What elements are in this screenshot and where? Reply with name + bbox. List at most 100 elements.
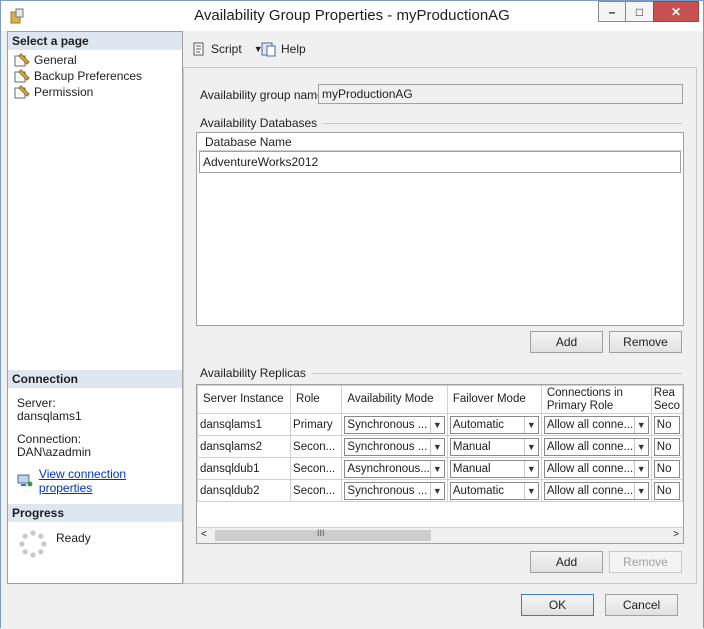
readable-secondary-combo[interactable]: No	[653, 415, 680, 434]
chevron-down-icon[interactable]: ▼	[633, 460, 648, 477]
availability-replicas-title: Availability Replicas	[200, 366, 306, 380]
combo-value: Allow all conne...	[546, 440, 634, 453]
page-wrench-icon	[14, 69, 30, 83]
combo-value: No	[656, 462, 672, 475]
chevron-down-icon[interactable]: ▼	[429, 438, 444, 455]
combo-value: Allow all conne...	[546, 484, 634, 497]
availability-mode-combo[interactable]: Asynchronous... ▼	[344, 459, 445, 478]
maximize-button[interactable]: □	[625, 1, 653, 22]
database-name-column-header[interactable]: Database Name	[199, 135, 681, 151]
readable-secondary-combo[interactable]: No	[653, 459, 680, 478]
column-header-failover-mode[interactable]: Failover Mode	[446, 385, 542, 414]
help-button[interactable]: Help	[261, 41, 306, 57]
readable-secondary-combo[interactable]: No	[653, 481, 680, 500]
script-label: Script	[211, 42, 242, 56]
dialog-window: Availability Group Properties - myProduc…	[0, 0, 704, 629]
combo-value: Automatic	[452, 484, 505, 497]
chevron-down-icon[interactable]: ▼	[523, 482, 538, 499]
scroll-left-icon[interactable]: <	[201, 529, 207, 540]
scrollbar-thumb[interactable]: III	[215, 528, 431, 541]
page-wrench-icon	[14, 85, 30, 99]
column-header-server-instance[interactable]: Server Instance	[197, 385, 292, 414]
combo-value: Manual	[452, 462, 491, 475]
connection-properties-icon	[17, 474, 33, 487]
chevron-down-icon[interactable]: ▼	[633, 482, 648, 499]
page-item-permission[interactable]: Permission	[14, 84, 93, 100]
connection-value: DAN\azadmin	[17, 445, 92, 459]
combo-value: Asynchronous...	[347, 462, 430, 475]
server-value: dansqlams1	[17, 409, 82, 423]
availability-replicas-group: Availability Replicas	[200, 366, 682, 380]
primary-connections-combo[interactable]: Allow all conne... ▼	[543, 437, 649, 456]
help-label: Help	[281, 42, 306, 56]
replica-row[interactable]: dansqldub2 Secon... Synchronous ... ▼ Aut…	[197, 479, 683, 502]
help-icon	[261, 42, 276, 57]
page-item-label: Permission	[34, 85, 94, 99]
availability-mode-combo[interactable]: Synchronous ... ▼	[344, 437, 445, 456]
left-pane: Select a page General Backup Preferences…	[7, 31, 183, 584]
cancel-button[interactable]: Cancel	[605, 594, 678, 616]
ok-button[interactable]: OK	[521, 594, 594, 616]
replica-server-cell: dansqlams1	[197, 413, 292, 436]
chevron-down-icon[interactable]: ▼	[633, 416, 648, 433]
combo-value: No	[656, 418, 672, 431]
column-header-role[interactable]: Role	[290, 385, 343, 414]
server-label: Server:	[17, 396, 56, 410]
replicas-remove-button[interactable]: Remove	[609, 551, 682, 573]
minimize-button[interactable]: –	[598, 1, 625, 22]
replica-role-cell: Secon...	[290, 457, 343, 480]
databases-add-button[interactable]: Add	[530, 331, 603, 353]
column-header-availability-mode[interactable]: Availability Mode	[341, 385, 448, 414]
replicas-header-row: Server Instance Role Availability Mode F…	[197, 385, 683, 414]
column-header-connections-primary-role[interactable]: Connections in Primary Role	[540, 385, 652, 414]
chevron-down-icon[interactable]: ▼	[523, 460, 538, 477]
database-row[interactable]: AdventureWorks2012	[199, 151, 681, 173]
column-header-readable-secondary[interactable]: Rea Seco	[650, 385, 683, 414]
failover-mode-combo[interactable]: Manual ▼	[449, 437, 539, 456]
failover-mode-combo[interactable]: Automatic ▼	[449, 481, 539, 500]
replica-row[interactable]: dansqlams1 Primary Synchronous ... ▼ Auto…	[197, 413, 683, 436]
close-button[interactable]: ✕	[653, 1, 699, 22]
databases-remove-button[interactable]: Remove	[609, 331, 682, 353]
scroll-right-icon[interactable]: >	[673, 529, 679, 540]
readable-secondary-combo[interactable]: No	[653, 437, 680, 456]
failover-mode-combo[interactable]: Automatic ▼	[449, 415, 539, 434]
ag-name-field[interactable]: myProductionAG	[318, 84, 683, 104]
horizontal-scrollbar[interactable]: < III >	[197, 527, 683, 543]
script-button[interactable]: Script ▼	[191, 41, 263, 57]
replica-row[interactable]: dansqldub1 Secon... Asynchronous... ▼ Man…	[197, 457, 683, 480]
view-connection-properties-link[interactable]: View connection properties	[39, 467, 182, 495]
replica-row[interactable]: dansqlams2 Secon... Synchronous ... ▼ Man…	[197, 435, 683, 458]
combo-value: Synchronous ...	[347, 418, 428, 431]
availability-databases-title: Availability Databases	[200, 116, 318, 130]
replica-role-cell: Primary	[290, 413, 343, 436]
chevron-down-icon[interactable]: ▼	[429, 416, 444, 433]
combo-value: Allow all conne...	[546, 418, 634, 431]
replicas-grid[interactable]: Server Instance Role Availability Mode F…	[196, 384, 684, 544]
replicas-add-button[interactable]: Add	[530, 551, 603, 573]
replica-role-cell: Secon...	[290, 479, 343, 502]
view-connection-properties[interactable]: View connection properties	[17, 467, 182, 495]
replicas-table: Server Instance Role Availability Mode F…	[197, 385, 683, 502]
page-item-label: Backup Preferences	[34, 69, 143, 83]
combo-value: Manual	[452, 440, 491, 453]
chevron-down-icon[interactable]: ▼	[633, 438, 648, 455]
chevron-down-icon[interactable]: ▼	[429, 482, 444, 499]
availability-mode-combo[interactable]: Synchronous ... ▼	[344, 481, 445, 500]
title-bar[interactable]: Availability Group Properties - myProduc…	[1, 1, 703, 31]
replica-role-cell: Secon...	[290, 435, 343, 458]
page-item-backup-preferences[interactable]: Backup Preferences	[14, 68, 142, 84]
databases-grid[interactable]: Database Name AdventureWorks2012	[196, 132, 684, 326]
chevron-down-icon[interactable]: ▼	[429, 460, 444, 477]
availability-mode-combo[interactable]: Synchronous ... ▼	[344, 415, 445, 434]
page-item-general[interactable]: General	[14, 52, 77, 68]
primary-connections-combo[interactable]: Allow all conne... ▼	[543, 481, 649, 500]
chevron-down-icon[interactable]: ▼	[523, 416, 538, 433]
primary-connections-combo[interactable]: Allow all conne... ▼	[543, 459, 649, 478]
failover-mode-combo[interactable]: Manual ▼	[449, 459, 539, 478]
primary-connections-combo[interactable]: Allow all conne... ▼	[543, 415, 649, 434]
ag-name-label: Availability group name:	[200, 88, 328, 102]
progress-spinner-icon	[19, 530, 47, 558]
progress-header: Progress	[8, 504, 182, 522]
chevron-down-icon[interactable]: ▼	[523, 438, 538, 455]
